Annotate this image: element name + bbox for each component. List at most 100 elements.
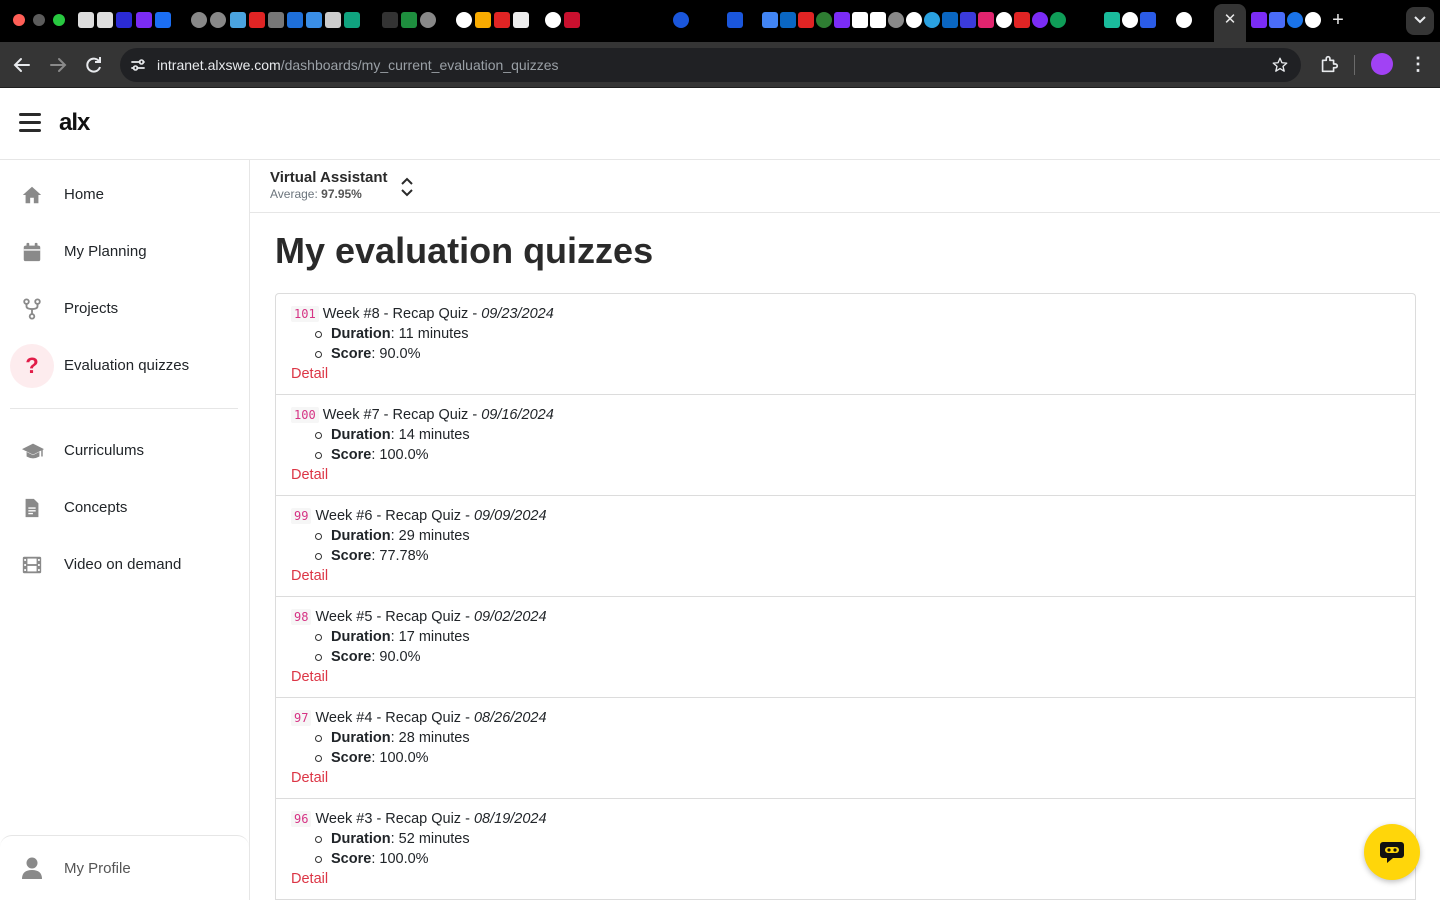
tab-favicon[interactable] xyxy=(306,12,322,28)
cohort-selector[interactable]: Virtual Assistant Average: 97.95% xyxy=(250,160,1440,213)
alx-logo[interactable]: alx xyxy=(59,109,90,137)
sidebar-item-concepts[interactable]: Concepts xyxy=(10,484,238,532)
tab-favicon[interactable] xyxy=(344,12,360,28)
back-button[interactable] xyxy=(9,52,35,78)
tab-favicon[interactable] xyxy=(268,12,284,28)
tab-favicon[interactable] xyxy=(924,12,940,28)
tab-favicon[interactable] xyxy=(780,12,796,28)
tab-favicon[interactable] xyxy=(210,12,226,28)
chat-support-button[interactable] xyxy=(1364,824,1420,880)
quiz-id-badge: 96 xyxy=(291,811,312,827)
tab-favicon[interactable] xyxy=(942,12,958,28)
new-tab-button[interactable]: + xyxy=(1328,9,1348,31)
tab-favicon[interactable] xyxy=(1050,12,1066,28)
tab-favicon[interactable] xyxy=(1269,12,1285,28)
bookmark-star-icon[interactable] xyxy=(1271,56,1289,74)
tab-favicon[interactable] xyxy=(798,12,814,28)
tab-favicon[interactable] xyxy=(545,12,561,28)
sidebar-item-my-profile[interactable]: My Profile xyxy=(0,835,249,900)
sidebar-item-projects[interactable]: Projects xyxy=(10,285,238,333)
tab-favicon[interactable] xyxy=(1032,12,1048,28)
address-bar[interactable]: intranet.alxswe.com/dashboards/my_curren… xyxy=(120,48,1301,82)
tab-favicon[interactable] xyxy=(456,12,472,28)
score-value: 100.0% xyxy=(379,750,429,766)
tab-favicon[interactable] xyxy=(762,12,778,28)
sidebar-item-curriculums[interactable]: Curriculums xyxy=(10,427,238,475)
sidebar: Home My Planning Projects ? Evaluation q… xyxy=(0,160,250,900)
tab-favicon[interactable] xyxy=(287,12,303,28)
tab-favicon[interactable] xyxy=(230,12,246,28)
tab-favicon[interactable] xyxy=(78,12,94,28)
bullet-icon xyxy=(315,654,322,661)
duration-label: Duration xyxy=(331,730,391,746)
chevron-up-down-icon[interactable] xyxy=(398,174,416,200)
tab-favicon[interactable] xyxy=(1251,12,1267,28)
tab-favicon[interactable] xyxy=(325,12,341,28)
tab-favicon[interactable] xyxy=(475,12,491,28)
duration-label: Duration xyxy=(331,528,391,544)
tab-favicon[interactable] xyxy=(834,12,850,28)
tab-favicon[interactable] xyxy=(401,12,417,28)
tab-search-button[interactable] xyxy=(1406,7,1434,35)
site-info-icon[interactable] xyxy=(128,55,148,75)
tab-favicon[interactable] xyxy=(1140,12,1156,28)
tab-favicon[interactable] xyxy=(382,12,398,28)
sidebar-item-video-on-demand[interactable]: Video on demand xyxy=(10,541,238,589)
tab-favicon[interactable] xyxy=(1305,12,1321,28)
maximize-window-button[interactable] xyxy=(53,14,65,26)
quiz-detail-link[interactable]: Detail xyxy=(291,366,328,382)
quiz-detail-link[interactable]: Detail xyxy=(291,467,328,483)
hamburger-menu-icon[interactable] xyxy=(19,113,41,133)
score-value: 90.0% xyxy=(379,649,421,665)
tab-favicon[interactable] xyxy=(870,12,886,28)
bullet-icon xyxy=(315,755,322,762)
tab-favicon[interactable] xyxy=(191,12,207,28)
tab-favicon[interactable] xyxy=(996,12,1012,28)
tab-favicon[interactable] xyxy=(816,12,832,28)
tab-favicon[interactable] xyxy=(136,12,152,28)
tab-favicon[interactable] xyxy=(420,12,436,28)
close-tab-icon[interactable]: ✕ xyxy=(1221,10,1239,30)
tab-favicon[interactable] xyxy=(494,12,510,28)
extensions-puzzle-icon[interactable] xyxy=(1318,53,1340,75)
tab-favicon[interactable] xyxy=(513,12,529,28)
tab-favicon[interactable] xyxy=(978,12,994,28)
tab-favicon[interactable] xyxy=(155,12,171,28)
quiz-detail-link[interactable]: Detail xyxy=(291,568,328,584)
quiz-title: Week #4 - Recap Quiz xyxy=(315,710,462,726)
tab-favicon[interactable] xyxy=(1176,12,1192,28)
duration-value: 11 minutes xyxy=(398,326,469,342)
close-window-button[interactable] xyxy=(13,14,25,26)
tab-favicon[interactable] xyxy=(888,12,904,28)
quiz-detail-link[interactable]: Detail xyxy=(291,871,328,887)
tab-favicon[interactable] xyxy=(564,12,580,28)
tab-favicon[interactable] xyxy=(906,12,922,28)
browser-toolbar: intranet.alxswe.com/dashboards/my_curren… xyxy=(0,42,1440,88)
tab-favicon[interactable] xyxy=(1122,12,1138,28)
tab-favicon[interactable] xyxy=(852,12,868,28)
reload-button[interactable] xyxy=(81,52,107,78)
tab-favicon[interactable] xyxy=(116,12,132,28)
sidebar-item-my-planning[interactable]: My Planning xyxy=(10,228,238,276)
browser-menu-icon[interactable]: ⋮ xyxy=(1408,53,1428,75)
duration-value: 14 minutes xyxy=(398,427,470,443)
url-path: /dashboards/my_current_evaluation_quizze… xyxy=(280,57,559,73)
browser-tab-strip: ✕ + xyxy=(0,0,1440,42)
tab-favicon[interactable] xyxy=(1014,12,1030,28)
quiz-detail-link[interactable]: Detail xyxy=(291,669,328,685)
forward-button[interactable] xyxy=(45,52,71,78)
sidebar-item-home[interactable]: Home xyxy=(10,171,238,219)
tab-favicon[interactable] xyxy=(97,12,113,28)
tab-favicon[interactable] xyxy=(249,12,265,28)
tab-favicon[interactable] xyxy=(960,12,976,28)
sidebar-item-label: Projects xyxy=(64,300,119,317)
quiz-detail-link[interactable]: Detail xyxy=(291,770,328,786)
tab-favicon[interactable] xyxy=(1287,12,1303,28)
profile-avatar[interactable] xyxy=(1371,53,1393,75)
tab-favicon[interactable] xyxy=(727,12,743,28)
tab-favicon[interactable] xyxy=(673,12,689,28)
quiz-separator: - xyxy=(465,710,470,726)
tab-favicon[interactable] xyxy=(1104,12,1120,28)
sidebar-item-evaluation-quizzes[interactable]: ? Evaluation quizzes xyxy=(10,342,238,390)
minimize-window-button[interactable] xyxy=(33,14,45,26)
